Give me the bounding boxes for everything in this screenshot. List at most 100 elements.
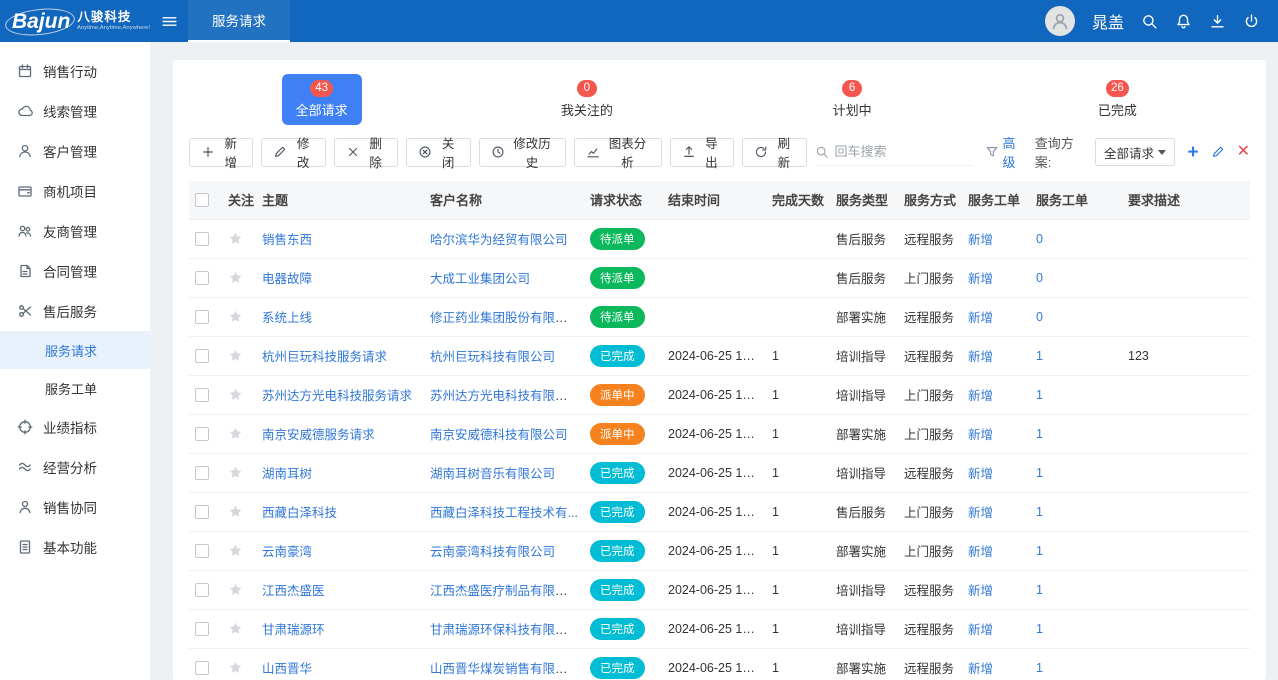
column-header[interactable]: 服务工单 bbox=[962, 181, 1030, 219]
sidebar-item-3[interactable]: 商机项目 bbox=[0, 171, 150, 211]
row-checkbox[interactable] bbox=[195, 466, 209, 480]
customer-link[interactable]: 江西杰盛医疗制品有限公司 bbox=[430, 584, 580, 598]
customer-link[interactable]: 山西晋华煤炭销售有限公司 bbox=[430, 662, 580, 676]
ticket-count-link[interactable]: 1 bbox=[1036, 427, 1043, 441]
ticket-add-link[interactable]: 新增 bbox=[968, 350, 993, 364]
customer-link[interactable]: 修正药业集团股份有限公司 bbox=[430, 311, 580, 325]
sidebar-item-8[interactable]: 经营分析 bbox=[0, 447, 150, 487]
column-header[interactable]: 结束时间 bbox=[662, 181, 766, 219]
topbar-download-button[interactable] bbox=[1209, 13, 1226, 30]
star-toggle[interactable] bbox=[228, 387, 243, 401]
add-button[interactable]: 新增 bbox=[189, 138, 253, 167]
column-header[interactable]: 服务方式 bbox=[898, 181, 962, 219]
star-toggle[interactable] bbox=[228, 582, 243, 596]
subject-link[interactable]: 西藏白泽科技 bbox=[262, 506, 337, 520]
ticket-count-link[interactable]: 1 bbox=[1036, 505, 1043, 519]
row-checkbox[interactable] bbox=[195, 310, 209, 324]
sidebar-item-4[interactable]: 友商管理 bbox=[0, 211, 150, 251]
subject-link[interactable]: 杭州巨玩科技服务请求 bbox=[262, 350, 387, 364]
customer-link[interactable]: 云南豪湾科技有限公司 bbox=[430, 545, 555, 559]
ticket-add-link[interactable]: 新增 bbox=[968, 272, 993, 286]
ticket-count-link[interactable]: 1 bbox=[1036, 466, 1043, 480]
customer-link[interactable]: 西藏白泽科技工程技术有... bbox=[430, 506, 578, 520]
row-checkbox[interactable] bbox=[195, 349, 209, 363]
row-checkbox[interactable] bbox=[195, 505, 209, 519]
ticket-add-link[interactable]: 新增 bbox=[968, 233, 993, 247]
star-toggle[interactable] bbox=[228, 621, 243, 635]
row-checkbox[interactable] bbox=[195, 583, 209, 597]
customer-link[interactable]: 湖南耳树音乐有限公司 bbox=[430, 467, 555, 481]
sidebar-subitem[interactable]: 服务工单 bbox=[0, 369, 150, 407]
subject-link[interactable]: 南京安威德服务请求 bbox=[262, 428, 375, 442]
star-toggle[interactable] bbox=[228, 543, 243, 557]
ticket-count-link[interactable]: 0 bbox=[1036, 232, 1043, 246]
subject-link[interactable]: 销售东西 bbox=[262, 233, 312, 247]
ticket-count-link[interactable]: 1 bbox=[1036, 661, 1043, 675]
ticket-count-link[interactable]: 1 bbox=[1036, 622, 1043, 636]
ticket-add-link[interactable]: 新增 bbox=[968, 584, 993, 598]
customer-link[interactable]: 哈尔滨华为经贸有限公司 bbox=[430, 233, 568, 247]
star-toggle[interactable] bbox=[228, 504, 243, 518]
customer-link[interactable]: 南京安威德科技有限公司 bbox=[430, 428, 568, 442]
query-plan-delete-button[interactable]: ✕ bbox=[1237, 144, 1250, 160]
sidebar-item-2[interactable]: 客户管理 bbox=[0, 131, 150, 171]
star-toggle[interactable] bbox=[228, 660, 243, 674]
column-header[interactable]: 关注 bbox=[222, 181, 256, 219]
customer-link[interactable]: 大成工业集团公司 bbox=[430, 272, 530, 286]
subject-link[interactable]: 电器故障 bbox=[262, 272, 312, 286]
query-plan-select[interactable]: 全部请求 bbox=[1095, 138, 1175, 166]
edit-button[interactable]: 修改 bbox=[261, 138, 325, 167]
stat-tab[interactable]: 0 我关注的 bbox=[547, 74, 627, 125]
ticket-add-link[interactable]: 新增 bbox=[968, 311, 993, 325]
username[interactable]: 晁盖 bbox=[1092, 9, 1124, 33]
query-plan-edit-button[interactable] bbox=[1211, 145, 1225, 159]
row-checkbox[interactable] bbox=[195, 388, 209, 402]
refresh-button[interactable]: 刷新 bbox=[742, 138, 806, 167]
ticket-add-link[interactable]: 新增 bbox=[968, 662, 993, 676]
sidebar-subitem[interactable]: 服务请求 bbox=[0, 331, 150, 369]
sidebar-item-5[interactable]: 合同管理 bbox=[0, 251, 150, 291]
query-plan-add-button[interactable]: + bbox=[1187, 143, 1198, 162]
sidebar-item-6[interactable]: 售后服务 bbox=[0, 291, 150, 331]
topbar-bell-button[interactable] bbox=[1175, 13, 1192, 30]
subject-link[interactable]: 山西晋华 bbox=[262, 662, 312, 676]
customer-link[interactable]: 杭州巨玩科技有限公司 bbox=[430, 350, 555, 364]
star-toggle[interactable] bbox=[228, 231, 243, 245]
subject-link[interactable]: 湖南耳树 bbox=[262, 467, 312, 481]
row-checkbox[interactable] bbox=[195, 427, 209, 441]
column-header[interactable]: 客户名称 bbox=[424, 181, 584, 219]
row-checkbox[interactable] bbox=[195, 622, 209, 636]
row-checkbox[interactable] bbox=[195, 232, 209, 246]
ticket-add-link[interactable]: 新增 bbox=[968, 506, 993, 520]
advanced-filter-button[interactable]: 高级 bbox=[985, 133, 1023, 171]
ticket-count-link[interactable]: 1 bbox=[1036, 388, 1043, 402]
star-toggle[interactable] bbox=[228, 270, 243, 284]
subject-link[interactable]: 云南豪湾 bbox=[262, 545, 312, 559]
ticket-add-link[interactable]: 新增 bbox=[968, 389, 993, 403]
star-toggle[interactable] bbox=[228, 348, 243, 362]
ticket-count-link[interactable]: 1 bbox=[1036, 583, 1043, 597]
ticket-add-link[interactable]: 新增 bbox=[968, 623, 993, 637]
topbar-power-button[interactable] bbox=[1243, 13, 1260, 30]
column-header[interactable]: 请求状态 bbox=[584, 181, 662, 219]
ticket-count-link[interactable]: 1 bbox=[1036, 544, 1043, 558]
close-button[interactable]: 关闭 bbox=[406, 138, 470, 167]
ticket-add-link[interactable]: 新增 bbox=[968, 428, 993, 442]
stat-tab[interactable]: 26 已完成 bbox=[1084, 74, 1151, 125]
select-all-checkbox[interactable] bbox=[195, 193, 209, 207]
sidebar-item-10[interactable]: 基本功能 bbox=[0, 527, 150, 567]
customer-link[interactable]: 苏州达方光电科技有限公司 bbox=[430, 389, 580, 403]
ticket-add-link[interactable]: 新增 bbox=[968, 467, 993, 481]
subject-link[interactable]: 系统上线 bbox=[262, 311, 312, 325]
column-header[interactable]: 主题 bbox=[256, 181, 424, 219]
subject-link[interactable]: 江西杰盛医 bbox=[262, 584, 325, 598]
history-button[interactable]: 修改历史 bbox=[479, 138, 566, 167]
row-checkbox[interactable] bbox=[195, 544, 209, 558]
hamburger-menu-button[interactable] bbox=[150, 0, 188, 42]
stat-tab[interactable]: 43 全部请求 bbox=[282, 74, 362, 125]
column-header[interactable]: 服务类型 bbox=[830, 181, 898, 219]
subject-link[interactable]: 甘肃瑞源环 bbox=[262, 623, 325, 637]
avatar[interactable] bbox=[1045, 6, 1075, 36]
ticket-count-link[interactable]: 0 bbox=[1036, 310, 1043, 324]
column-header[interactable]: 完成天数 bbox=[766, 181, 830, 219]
